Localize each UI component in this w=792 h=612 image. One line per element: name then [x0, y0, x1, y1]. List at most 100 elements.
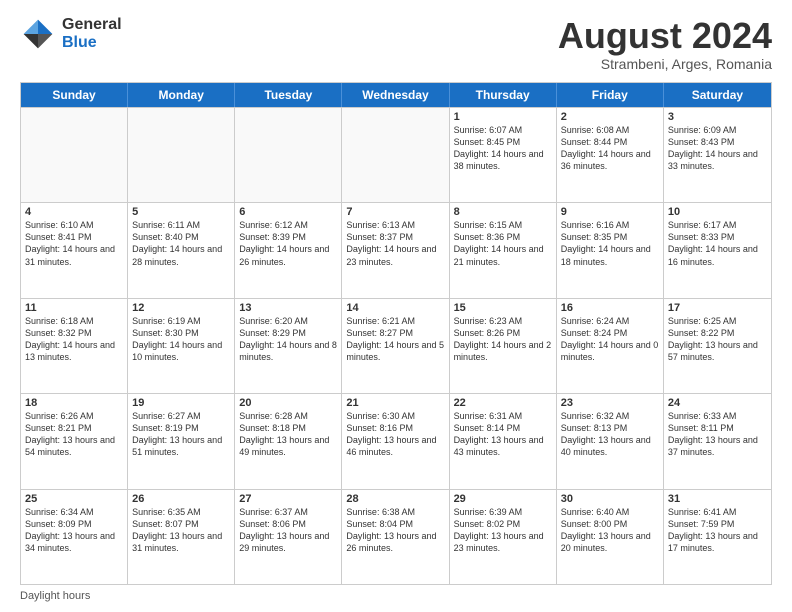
table-row: 8Sunrise: 6:15 AM Sunset: 8:36 PM Daylig…	[450, 203, 557, 297]
table-row: 3Sunrise: 6:09 AM Sunset: 8:43 PM Daylig…	[664, 108, 771, 202]
day-number: 3	[668, 111, 767, 123]
day-number: 17	[668, 302, 767, 314]
table-row: 14Sunrise: 6:21 AM Sunset: 8:27 PM Dayli…	[342, 299, 449, 393]
day-number: 6	[239, 206, 337, 218]
table-row	[128, 108, 235, 202]
calendar-day-header: Thursday	[450, 83, 557, 107]
day-info: Sunrise: 6:33 AM Sunset: 8:11 PM Dayligh…	[668, 410, 767, 459]
table-row: 7Sunrise: 6:13 AM Sunset: 8:37 PM Daylig…	[342, 203, 449, 297]
calendar-week-row: 4Sunrise: 6:10 AM Sunset: 8:41 PM Daylig…	[21, 202, 771, 297]
day-number: 9	[561, 206, 659, 218]
day-info: Sunrise: 6:19 AM Sunset: 8:30 PM Dayligh…	[132, 315, 230, 364]
calendar-day-header: Sunday	[21, 83, 128, 107]
calendar-day-header: Monday	[128, 83, 235, 107]
day-info: Sunrise: 6:17 AM Sunset: 8:33 PM Dayligh…	[668, 219, 767, 268]
day-info: Sunrise: 6:35 AM Sunset: 8:07 PM Dayligh…	[132, 506, 230, 555]
day-info: Sunrise: 6:23 AM Sunset: 8:26 PM Dayligh…	[454, 315, 552, 364]
calendar-day-header: Tuesday	[235, 83, 342, 107]
day-info: Sunrise: 6:41 AM Sunset: 7:59 PM Dayligh…	[668, 506, 767, 555]
logo-blue: Blue	[62, 34, 122, 52]
logo: General Blue	[20, 16, 122, 52]
day-number: 29	[454, 493, 552, 505]
calendar-week-row: 11Sunrise: 6:18 AM Sunset: 8:32 PM Dayli…	[21, 298, 771, 393]
table-row: 13Sunrise: 6:20 AM Sunset: 8:29 PM Dayli…	[235, 299, 342, 393]
table-row: 16Sunrise: 6:24 AM Sunset: 8:24 PM Dayli…	[557, 299, 664, 393]
day-info: Sunrise: 6:08 AM Sunset: 8:44 PM Dayligh…	[561, 124, 659, 173]
day-number: 30	[561, 493, 659, 505]
table-row: 19Sunrise: 6:27 AM Sunset: 8:19 PM Dayli…	[128, 394, 235, 488]
table-row: 20Sunrise: 6:28 AM Sunset: 8:18 PM Dayli…	[235, 394, 342, 488]
day-info: Sunrise: 6:07 AM Sunset: 8:45 PM Dayligh…	[454, 124, 552, 173]
day-number: 26	[132, 493, 230, 505]
table-row: 1Sunrise: 6:07 AM Sunset: 8:45 PM Daylig…	[450, 108, 557, 202]
calendar-header: SundayMondayTuesdayWednesdayThursdayFrid…	[21, 83, 771, 107]
day-number: 21	[346, 397, 444, 409]
day-info: Sunrise: 6:31 AM Sunset: 8:14 PM Dayligh…	[454, 410, 552, 459]
day-number: 12	[132, 302, 230, 314]
day-number: 11	[25, 302, 123, 314]
day-number: 28	[346, 493, 444, 505]
day-number: 25	[25, 493, 123, 505]
day-info: Sunrise: 6:11 AM Sunset: 8:40 PM Dayligh…	[132, 219, 230, 268]
day-number: 18	[25, 397, 123, 409]
day-info: Sunrise: 6:16 AM Sunset: 8:35 PM Dayligh…	[561, 219, 659, 268]
table-row: 5Sunrise: 6:11 AM Sunset: 8:40 PM Daylig…	[128, 203, 235, 297]
day-number: 13	[239, 302, 337, 314]
table-row: 29Sunrise: 6:39 AM Sunset: 8:02 PM Dayli…	[450, 490, 557, 584]
table-row: 25Sunrise: 6:34 AM Sunset: 8:09 PM Dayli…	[21, 490, 128, 584]
table-row	[21, 108, 128, 202]
table-row: 10Sunrise: 6:17 AM Sunset: 8:33 PM Dayli…	[664, 203, 771, 297]
calendar-week-row: 18Sunrise: 6:26 AM Sunset: 8:21 PM Dayli…	[21, 393, 771, 488]
location: Strambeni, Arges, Romania	[558, 56, 772, 72]
day-info: Sunrise: 6:26 AM Sunset: 8:21 PM Dayligh…	[25, 410, 123, 459]
day-info: Sunrise: 6:40 AM Sunset: 8:00 PM Dayligh…	[561, 506, 659, 555]
day-number: 27	[239, 493, 337, 505]
table-row: 2Sunrise: 6:08 AM Sunset: 8:44 PM Daylig…	[557, 108, 664, 202]
day-number: 10	[668, 206, 767, 218]
day-info: Sunrise: 6:32 AM Sunset: 8:13 PM Dayligh…	[561, 410, 659, 459]
day-info: Sunrise: 6:20 AM Sunset: 8:29 PM Dayligh…	[239, 315, 337, 364]
day-number: 22	[454, 397, 552, 409]
table-row: 15Sunrise: 6:23 AM Sunset: 8:26 PM Dayli…	[450, 299, 557, 393]
title-block: August 2024 Strambeni, Arges, Romania	[558, 16, 772, 72]
table-row: 31Sunrise: 6:41 AM Sunset: 7:59 PM Dayli…	[664, 490, 771, 584]
table-row: 18Sunrise: 6:26 AM Sunset: 8:21 PM Dayli…	[21, 394, 128, 488]
day-number: 24	[668, 397, 767, 409]
day-number: 23	[561, 397, 659, 409]
table-row: 28Sunrise: 6:38 AM Sunset: 8:04 PM Dayli…	[342, 490, 449, 584]
calendar-day-header: Wednesday	[342, 83, 449, 107]
table-row: 22Sunrise: 6:31 AM Sunset: 8:14 PM Dayli…	[450, 394, 557, 488]
day-info: Sunrise: 6:13 AM Sunset: 8:37 PM Dayligh…	[346, 219, 444, 268]
day-info: Sunrise: 6:37 AM Sunset: 8:06 PM Dayligh…	[239, 506, 337, 555]
table-row: 12Sunrise: 6:19 AM Sunset: 8:30 PM Dayli…	[128, 299, 235, 393]
day-number: 31	[668, 493, 767, 505]
day-info: Sunrise: 6:39 AM Sunset: 8:02 PM Dayligh…	[454, 506, 552, 555]
day-info: Sunrise: 6:25 AM Sunset: 8:22 PM Dayligh…	[668, 315, 767, 364]
day-info: Sunrise: 6:18 AM Sunset: 8:32 PM Dayligh…	[25, 315, 123, 364]
day-info: Sunrise: 6:24 AM Sunset: 8:24 PM Dayligh…	[561, 315, 659, 364]
day-number: 5	[132, 206, 230, 218]
table-row: 4Sunrise: 6:10 AM Sunset: 8:41 PM Daylig…	[21, 203, 128, 297]
table-row: 21Sunrise: 6:30 AM Sunset: 8:16 PM Dayli…	[342, 394, 449, 488]
logo-icon	[20, 16, 56, 52]
table-row: 6Sunrise: 6:12 AM Sunset: 8:39 PM Daylig…	[235, 203, 342, 297]
day-info: Sunrise: 6:10 AM Sunset: 8:41 PM Dayligh…	[25, 219, 123, 268]
table-row: 24Sunrise: 6:33 AM Sunset: 8:11 PM Dayli…	[664, 394, 771, 488]
day-info: Sunrise: 6:12 AM Sunset: 8:39 PM Dayligh…	[239, 219, 337, 268]
day-number: 2	[561, 111, 659, 123]
calendar-body: 1Sunrise: 6:07 AM Sunset: 8:45 PM Daylig…	[21, 107, 771, 584]
day-number: 14	[346, 302, 444, 314]
table-row: 17Sunrise: 6:25 AM Sunset: 8:22 PM Dayli…	[664, 299, 771, 393]
table-row: 30Sunrise: 6:40 AM Sunset: 8:00 PM Dayli…	[557, 490, 664, 584]
calendar-day-header: Friday	[557, 83, 664, 107]
day-number: 19	[132, 397, 230, 409]
day-number: 1	[454, 111, 552, 123]
day-info: Sunrise: 6:30 AM Sunset: 8:16 PM Dayligh…	[346, 410, 444, 459]
calendar-week-row: 25Sunrise: 6:34 AM Sunset: 8:09 PM Dayli…	[21, 489, 771, 584]
day-number: 15	[454, 302, 552, 314]
day-info: Sunrise: 6:15 AM Sunset: 8:36 PM Dayligh…	[454, 219, 552, 268]
table-row	[235, 108, 342, 202]
day-number: 8	[454, 206, 552, 218]
month-year: August 2024	[558, 16, 772, 56]
footer-note: Daylight hours	[20, 590, 772, 602]
